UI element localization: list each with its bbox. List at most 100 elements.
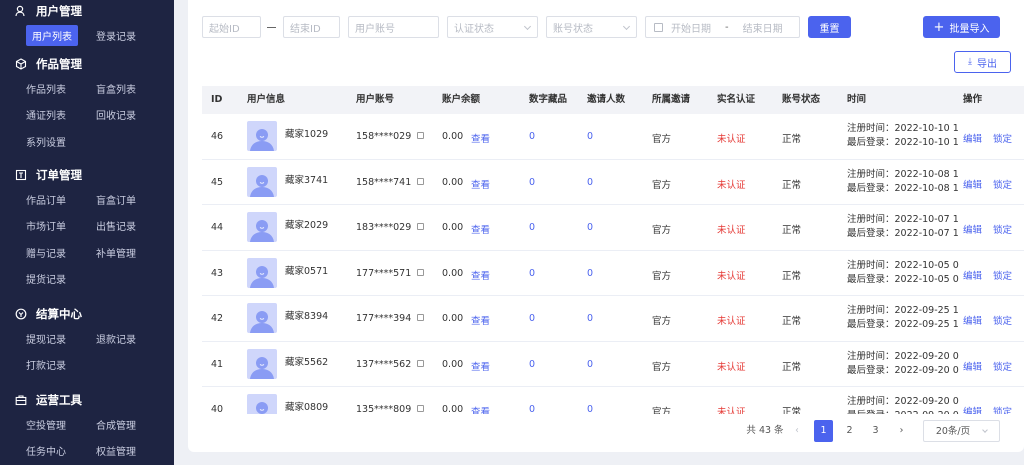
page-3[interactable]: 3 <box>866 420 885 442</box>
view-balance-link[interactable]: 查看 <box>471 222 490 236</box>
sidebar-item[interactable]: 作品列表 <box>26 75 96 102</box>
lock-button[interactable]: 锁定 <box>993 404 1012 414</box>
sidebar-item[interactable]: 打款记录 <box>26 352 96 379</box>
export-button[interactable]: ⤓ 导出 <box>954 51 1011 73</box>
page-2[interactable]: 2 <box>840 420 859 442</box>
edit-button[interactable]: 编辑 <box>963 177 982 191</box>
sidebar-item[interactable]: 系列设置 <box>26 128 96 155</box>
next-page-icon[interactable]: › <box>892 420 911 442</box>
collections-count[interactable]: 0 <box>529 268 535 279</box>
edit-button[interactable]: 编辑 <box>963 268 982 282</box>
account-status-select[interactable]: 账号状态 <box>546 16 637 38</box>
edit-button[interactable]: 编辑 <box>963 313 982 327</box>
invite-count[interactable]: 0 <box>587 222 593 233</box>
register-time-label: 注册时间： <box>847 396 895 407</box>
sidebar-item[interactable]: 提货记录 <box>26 266 96 293</box>
batch-import-button[interactable]: + 批量导入 <box>923 16 1000 38</box>
invite-count[interactable]: 0 <box>587 313 593 324</box>
invite-count[interactable]: 0 <box>587 404 593 414</box>
last-login-time: 最后登录：2022-09-25 1 <box>847 318 959 332</box>
sidebar-item[interactable]: 空投管理 <box>26 411 96 438</box>
column-header: 账户余额 <box>442 94 481 105</box>
view-balance-link[interactable]: 查看 <box>471 131 490 145</box>
verify-status-select[interactable]: 认证状态 <box>447 16 538 38</box>
copy-icon[interactable] <box>417 359 425 367</box>
time-cell: 注册时间：2022-10-10 1 最后登录：2022-10-10 1 <box>847 122 959 150</box>
reset-button[interactable]: 重置 <box>808 16 851 38</box>
edit-button[interactable]: 编辑 <box>963 222 982 236</box>
account-cell: 135****809 <box>356 404 425 414</box>
sidebar-item[interactable]: 合成管理 <box>96 411 166 438</box>
copy-icon[interactable] <box>417 314 425 321</box>
page-size-select[interactable]: 20条/页 <box>923 420 1000 442</box>
sidebar-item[interactable]: 回收记录 <box>96 102 166 129</box>
last-login-label: 最后登录： <box>847 228 895 239</box>
collections-count[interactable]: 0 <box>529 404 535 414</box>
sidebar-item[interactable]: 退款记录 <box>96 325 166 352</box>
register-time: 注册时间：2022-09-20 0 <box>847 395 959 409</box>
edit-button[interactable]: 编辑 <box>963 359 982 373</box>
invite-count[interactable]: 0 <box>587 359 593 370</box>
invite-count[interactable]: 0 <box>587 268 593 279</box>
collections-count[interactable]: 0 <box>529 222 535 233</box>
sidebar-item[interactable]: 权益管理 <box>96 438 166 465</box>
end-id-input[interactable]: 结束ID <box>283 16 340 38</box>
start-id-input[interactable]: 起始ID <box>202 16 261 38</box>
sidebar-item[interactable]: 补单管理 <box>96 239 166 266</box>
view-balance-link[interactable]: 查看 <box>471 313 490 327</box>
sidebar-item[interactable]: 出售记录 <box>96 213 166 240</box>
copy-icon[interactable] <box>417 132 425 139</box>
date-range-picker[interactable]: 开始日期 - 结束日期 <box>645 16 800 38</box>
register-time: 注册时间：2022-10-08 1 <box>847 168 959 182</box>
account-cell: 177****571 <box>356 268 425 279</box>
sidebar-item[interactable]: 任务中心 <box>26 438 96 465</box>
copy-icon[interactable] <box>417 223 425 230</box>
lock-button[interactable]: 锁定 <box>993 359 1012 373</box>
user-nickname: 藏家3741 <box>285 174 329 186</box>
lock-button[interactable]: 锁定 <box>993 177 1012 191</box>
view-balance-link[interactable]: 查看 <box>471 177 490 191</box>
copy-icon[interactable] <box>417 405 425 412</box>
register-time-value: 2022-10-10 1 <box>894 123 959 134</box>
sidebar-item-label: 盲盒订单 <box>96 195 136 207</box>
invite-count[interactable]: 0 <box>587 177 593 188</box>
lock-button[interactable]: 锁定 <box>993 222 1012 236</box>
sidebar-item[interactable]: 盲盒列表 <box>96 75 166 102</box>
sidebar-item-label: 作品订单 <box>26 195 66 207</box>
sidebar-section-header[interactable]: 结算中心 <box>0 303 174 325</box>
plus-icon: + <box>933 19 945 35</box>
collections-count[interactable]: 0 <box>529 359 535 370</box>
sidebar-item[interactable]: 赠与记录 <box>26 239 96 266</box>
sidebar-section-header[interactable]: 作品管理 <box>0 53 174 75</box>
sidebar-section-header[interactable]: 用户管理 <box>0 0 174 22</box>
view-balance-link[interactable]: 查看 <box>471 359 490 373</box>
sidebar-item[interactable]: 通证列表 <box>26 102 96 129</box>
edit-button[interactable]: 编辑 <box>963 131 982 145</box>
sidebar-item[interactable]: 市场订单 <box>26 213 96 240</box>
column-header: 用户账号 <box>356 94 395 105</box>
page-1[interactable]: 1 <box>814 420 833 442</box>
prev-page-icon[interactable]: ‹ <box>791 420 803 442</box>
lock-button[interactable]: 锁定 <box>993 313 1012 327</box>
sidebar-item[interactable]: 用户列表 <box>26 22 96 49</box>
sidebar-item[interactable]: 提现记录 <box>26 325 96 352</box>
sidebar-item[interactable]: 盲盒订单 <box>96 186 166 213</box>
account-input[interactable]: 用户账号 <box>348 16 439 38</box>
collections-count[interactable]: 0 <box>529 313 535 324</box>
lock-button[interactable]: 锁定 <box>993 131 1012 145</box>
sidebar-item[interactable]: 登录记录 <box>96 22 166 49</box>
view-balance-link[interactable]: 查看 <box>471 268 490 282</box>
lock-button[interactable]: 锁定 <box>993 268 1012 282</box>
copy-icon[interactable] <box>417 268 425 276</box>
sidebar-section-title: 作品管理 <box>36 57 82 71</box>
collections-count[interactable]: 0 <box>529 131 535 142</box>
sidebar-section-header[interactable]: 运营工具 <box>0 389 174 411</box>
sidebar-section-header[interactable]: 订单管理 <box>0 164 174 186</box>
collections-count[interactable]: 0 <box>529 177 535 188</box>
sidebar-item[interactable]: 作品订单 <box>26 186 96 213</box>
invite-count[interactable]: 0 <box>587 131 593 142</box>
sidebar-item-label: 回收记录 <box>96 111 136 123</box>
copy-icon[interactable] <box>417 177 425 185</box>
edit-button[interactable]: 编辑 <box>963 404 982 414</box>
view-balance-link[interactable]: 查看 <box>471 404 490 414</box>
